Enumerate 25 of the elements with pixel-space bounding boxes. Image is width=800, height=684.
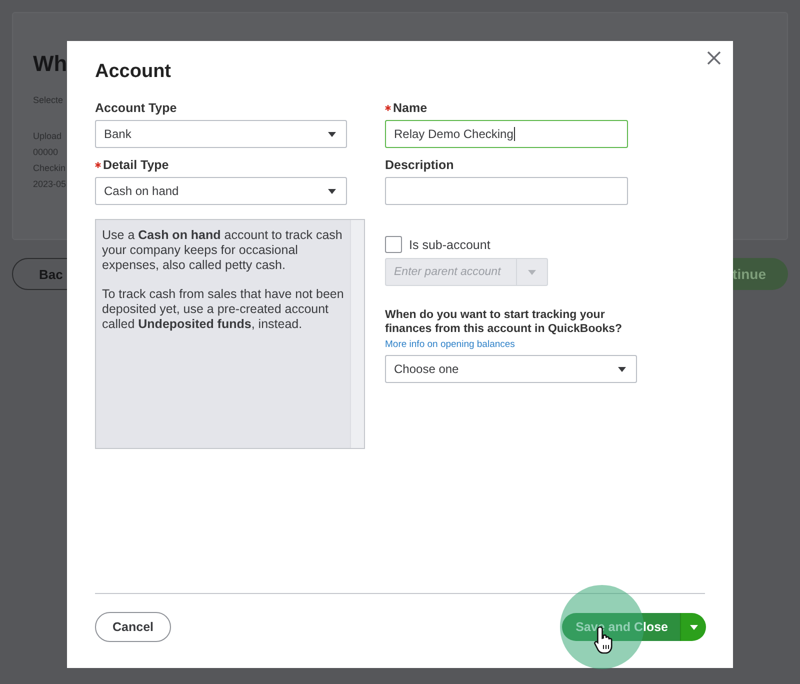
tracking-question: When do you want to start tracking your finances from this account in QuickBooks? [385, 308, 624, 336]
caret-icon [618, 366, 626, 372]
caret-icon [528, 270, 536, 274]
checkbox-label: Is sub-account [409, 238, 490, 252]
caret-icon [328, 188, 336, 194]
field-label: Detail Type [103, 158, 169, 172]
field-label: Account Type [95, 101, 177, 115]
checkbox[interactable] [385, 236, 402, 253]
description-input[interactable] [385, 177, 628, 205]
cancel-button[interactable]: Cancel [95, 612, 171, 642]
help-text: To track cash from sales that have not been deposited yet, use a pre-created account called Undeposited funds, instead. [102, 287, 344, 332]
caret-icon [328, 132, 336, 136]
account-type-select[interactable]: Bank [95, 120, 347, 148]
tracking-date-select[interactable]: Choose one [385, 355, 637, 383]
name-input[interactable]: Relay Demo Checking [385, 120, 628, 148]
help-text: Use a Cash on hand account to track cash your company keeps for occasional expenses, also called petty cash. [102, 228, 344, 273]
close-icon[interactable] [705, 49, 723, 67]
dialog-title: Account [95, 61, 171, 83]
detail-type-select[interactable]: Cash on hand [95, 177, 347, 205]
page-heading: Wh [33, 51, 68, 77]
caret-icon [690, 624, 698, 630]
field-label: Name [393, 101, 428, 115]
opening-balances-link[interactable]: More info on opening balances [385, 339, 515, 350]
save-options-button[interactable] [680, 613, 706, 641]
field-label: Description [385, 158, 454, 172]
